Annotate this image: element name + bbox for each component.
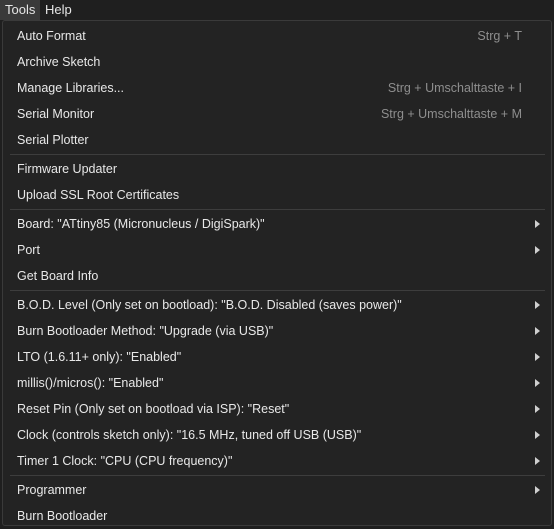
menu-item-auto-format[interactable]: Auto Format Strg + T	[4, 23, 550, 49]
menu-item-reset-pin[interactable]: Reset Pin (Only set on bootload via ISP)…	[4, 396, 550, 422]
submenu-arrow-icon	[535, 246, 540, 254]
menu-item-serial-monitor[interactable]: Serial Monitor Strg + Umschalttaste + M	[4, 101, 550, 127]
menu-item-serial-plotter[interactable]: Serial Plotter	[4, 127, 550, 153]
submenu-arrow-icon	[535, 327, 540, 335]
submenu-arrow-icon	[535, 379, 540, 387]
menu-item-label: Serial Plotter	[17, 133, 89, 147]
submenu-arrow-icon	[535, 486, 540, 494]
menu-item-burn-bootloader-method[interactable]: Burn Bootloader Method: "Upgrade (via US…	[4, 318, 550, 344]
menu-item-label: Board: "ATtiny85 (Micronucleus / DigiSpa…	[17, 217, 265, 231]
menu-item-clock[interactable]: Clock (controls sketch only): "16.5 MHz,…	[4, 422, 550, 448]
menu-item-label: B.O.D. Level (Only set on bootload): "B.…	[17, 298, 402, 312]
menu-item-programmer[interactable]: Programmer	[4, 477, 550, 503]
menu-item-label: Upload SSL Root Certificates	[17, 188, 180, 202]
submenu-arrow-icon	[535, 301, 540, 309]
menu-item-label: Archive Sketch	[17, 55, 101, 69]
menu-item-manage-libraries[interactable]: Manage Libraries... Strg + Umschalttaste…	[4, 75, 550, 101]
menu-item-firmware-updater[interactable]: Firmware Updater	[4, 156, 550, 182]
menu-item-get-board-info[interactable]: Get Board Info	[4, 263, 550, 289]
menu-item-label: Serial Monitor	[17, 107, 95, 121]
menu-item-label: Manage Libraries...	[17, 81, 125, 95]
menu-item-label: Reset Pin (Only set on bootload via ISP)…	[17, 402, 290, 416]
menu-tools[interactable]: Tools	[0, 0, 40, 20]
menu-item-label: Timer 1 Clock: "CPU (CPU frequency)"	[17, 454, 233, 468]
menu-item-label: Get Board Info	[17, 269, 99, 283]
tools-dropdown-menu: Auto Format Strg + T Archive Sketch Mana…	[2, 20, 552, 526]
submenu-arrow-icon	[535, 431, 540, 439]
menu-item-lto[interactable]: LTO (1.6.11+ only): "Enabled"	[4, 344, 550, 370]
submenu-arrow-icon	[535, 353, 540, 361]
menu-separator	[10, 209, 545, 210]
menu-help[interactable]: Help	[40, 0, 76, 20]
menu-item-label: Programmer	[17, 483, 87, 497]
menu-item-label: millis()/micros(): "Enabled"	[17, 376, 164, 390]
submenu-arrow-icon	[535, 457, 540, 465]
menu-separator	[10, 475, 545, 476]
menubar: Tools Help	[0, 0, 554, 20]
menu-item-label: Burn Bootloader	[17, 509, 108, 523]
menu-item-shortcut: Strg + Umschalttaste + M	[380, 107, 522, 121]
menu-item-label: Auto Format	[17, 29, 86, 43]
menu-item-timer1-clock[interactable]: Timer 1 Clock: "CPU (CPU frequency)"	[4, 448, 550, 474]
menu-item-millis-micros[interactable]: millis()/micros(): "Enabled"	[4, 370, 550, 396]
menu-item-upload-ssl-root-certificates[interactable]: Upload SSL Root Certificates	[4, 182, 550, 208]
menu-item-label: LTO (1.6.11+ only): "Enabled"	[17, 350, 182, 364]
menu-item-archive-sketch[interactable]: Archive Sketch	[4, 49, 550, 75]
menu-separator	[10, 154, 545, 155]
menu-item-board[interactable]: Board: "ATtiny85 (Micronucleus / DigiSpa…	[4, 211, 550, 237]
menu-item-label: Firmware Updater	[17, 162, 118, 176]
menu-item-label: Burn Bootloader Method: "Upgrade (via US…	[17, 324, 274, 338]
menu-item-port[interactable]: Port	[4, 237, 550, 263]
submenu-arrow-icon	[535, 220, 540, 228]
submenu-arrow-icon	[535, 405, 540, 413]
menu-item-shortcut: Strg + Umschalttaste + I	[387, 81, 522, 95]
menu-item-shortcut: Strg + T	[477, 29, 522, 43]
menu-item-burn-bootloader[interactable]: Burn Bootloader	[4, 503, 550, 529]
menu-item-bod-level[interactable]: B.O.D. Level (Only set on bootload): "B.…	[4, 292, 550, 318]
menu-item-label: Port	[17, 243, 40, 257]
menu-separator	[10, 290, 545, 291]
menu-item-label: Clock (controls sketch only): "16.5 MHz,…	[17, 428, 362, 442]
